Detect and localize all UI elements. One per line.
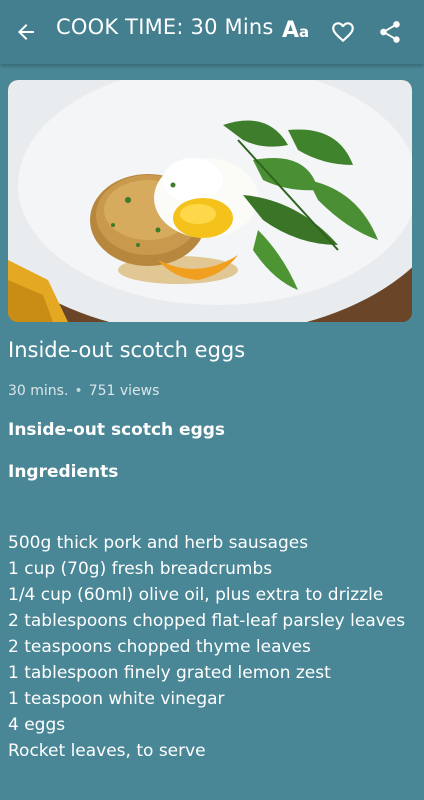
page-title: COOK TIME: 30 Mins	[56, 15, 274, 39]
favorite-button[interactable]	[330, 19, 356, 45]
font-size-label-small: a	[299, 23, 310, 41]
back-button[interactable]	[12, 18, 40, 46]
separator-dot-icon: •	[74, 383, 83, 399]
ingredient-item: 2 teaspoons chopped thyme leaves	[8, 637, 311, 657]
ingredient-item: 1/4 cup (60ml) olive oil, plus extra to …	[8, 585, 384, 605]
font-size-label-big: A	[282, 18, 300, 43]
font-size-button[interactable]: Aa	[282, 18, 314, 46]
recipe-title: Inside-out scotch eggs	[8, 338, 246, 362]
ingredient-item: 2 tablespoons chopped flat-leaf parsley …	[8, 611, 406, 631]
share-button[interactable]	[377, 19, 403, 45]
ingredient-item: 500g thick pork and herb sausages	[8, 533, 309, 553]
cook-duration: 30 mins.	[8, 383, 69, 399]
ingredient-item: Rocket leaves, to serve	[8, 741, 206, 761]
top-app-bar: COOK TIME: 30 Mins Aa	[0, 0, 424, 64]
ingredient-item: 4 eggs	[8, 715, 66, 735]
recipe-hero-image	[8, 80, 412, 322]
ingredient-item: 1 teaspoon white vinegar	[8, 689, 225, 709]
ingredients-heading: Ingredients	[8, 462, 119, 482]
heart-outline-icon	[332, 22, 354, 43]
ingredient-item: 1 cup (70g) fresh breadcrumbs	[8, 559, 273, 579]
view-count: 751 views	[88, 383, 160, 399]
recipe-meta: 30 mins. • 751 views	[8, 383, 159, 399]
share-icon	[380, 21, 400, 43]
recipe-name-heading: Inside-out scotch eggs	[8, 420, 226, 440]
ingredient-item: 1 tablespoon finely grated lemon zest	[8, 663, 331, 683]
ingredients-list: 500g thick pork and herb sausages 1 cup …	[8, 530, 408, 764]
arrow-left-icon	[18, 24, 34, 40]
